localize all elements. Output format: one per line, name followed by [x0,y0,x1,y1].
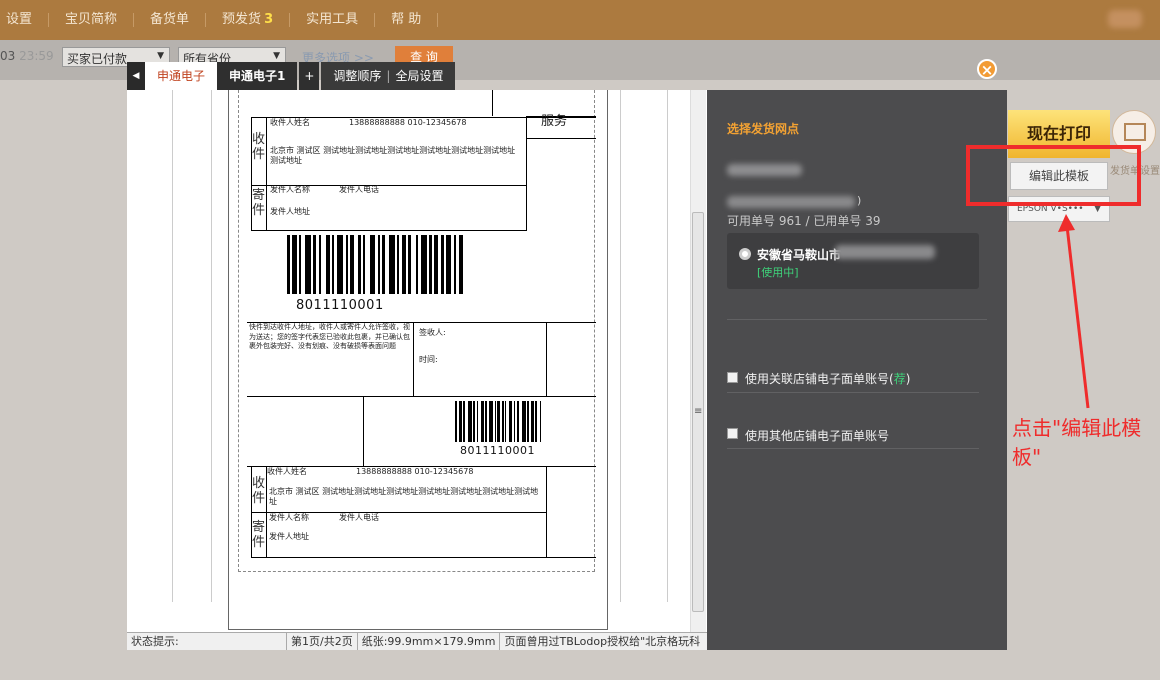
tab-actions: 调整顺序 | 全局设置 [321,62,456,90]
recipient-name-2: 收件人姓名 [267,467,307,476]
barcode-bar [541,401,543,442]
recipient-address: 北京市 测试区 测试地址测试地址测试地址测试地址测试地址测试地址测试地址 [270,146,516,165]
sender-vertical-label: 寄件 [252,188,266,218]
chevron-down-icon: ▼ [157,51,164,61]
date-filter[interactable]: 03 23:59 [0,49,54,63]
user-avatar-blurred [1108,10,1142,28]
sender-phone: 发件人电话 [339,185,379,194]
tab-shentong-electronic[interactable]: 申通电子 [145,62,218,90]
top-nav: 设置 宝贝简称 备货单 预发货 3 实用工具 帮 助 [0,0,1160,40]
sign-time-label: 时间: [419,355,438,364]
close-icon[interactable]: × [977,59,997,79]
branch-address-blurred [835,245,935,259]
reorder-link[interactable]: 调整顺序 [333,69,381,83]
linked-shop-label: 使用关联店铺电子面单账号 [745,372,890,386]
linked-shop-checkbox[interactable] [727,372,738,383]
scroll-grip-icon: ≡ [694,406,703,417]
nav-item-presell[interactable]: 预发货 3 [206,12,291,27]
status-bar: 状态提示: 第1页/共2页 纸张:99.9mm×179.9mm 页面曾用过TBL… [127,632,707,650]
sender-phone-2: 发件人电话 [339,513,379,522]
sender-name: 发件人名称 [270,185,310,194]
date-text: 03 [0,49,16,63]
branch-status: [使用中] [757,266,799,279]
select-branch-title: 选择发货网点 [727,122,800,136]
annotation-highlight-box [966,145,1141,206]
page-indicator: 第1页/共2页 [287,633,358,650]
license-info: 页面曾用过TBLodop授权给"北京格玩科 [504,635,701,648]
other-shop-option[interactable]: 使用其他店铺电子面单账号 [745,427,889,444]
preview-gutter-left [172,90,212,602]
tab-shentong-electronic-1[interactable]: 申通电子1 [217,62,298,90]
account-name-blurred [727,164,802,176]
nav-item-help[interactable]: 帮 助 [375,13,439,27]
sender-name-2: 发件人名称 [269,513,309,522]
nav-item-stock-list[interactable]: 备货单 [134,13,207,27]
recipient-address-2: 北京市 测试区 测试地址测试地址测试地址测试地址测试地址测试地址测试地址 [269,487,539,506]
divider [727,448,979,449]
barcode-bar [463,235,465,294]
branch-panel: 选择发货网点 ) 可用单号 961 / 已用单号 39 安徽省马鞍山市 [使用中… [707,90,1007,650]
status-select-value: 买家已付款 [67,52,128,66]
add-tab-button[interactable]: + [299,62,320,90]
sender-vertical-label-2: 寄件 [252,520,266,550]
status-hint: 状态提示: [127,633,287,650]
waybill-barcode [287,235,525,294]
recipient-phone-2: 13888888888 010-12345678 [356,467,474,476]
recipient-vertical-label: 收件 [252,132,266,162]
time-text: 23:59 [19,49,54,63]
global-settings-link[interactable]: 全局设置 [395,69,443,83]
recipient-phone: 13888888888 010-12345678 [349,118,467,127]
divider: | [386,69,391,83]
tab-scroll-left-icon[interactable]: ◀ [127,62,145,90]
account-detail-paren: ) [857,194,862,207]
nav-item-settings[interactable]: 设置 [0,13,50,27]
branch-address: 安徽省马鞍山市 [757,248,842,262]
signer-label: 签收人: [419,328,446,337]
account-detail-blurred [727,196,855,208]
branch-card[interactable]: 安徽省马鞍山市 [使用中] [727,233,979,289]
sender-address: 发件人地址 [270,207,310,216]
recommend-badge: 荐 [893,372,906,386]
nav-item-presell-label: 预发货 [222,12,262,27]
delivery-disclaimer: 快件到达收件人地址，收件人或寄件人允许签收，视为送达；您的签字代表您已验收此包裹… [249,323,410,350]
waybill-label: 服务 收件 寄件 收件人姓名 13888888888 010-12345678 … [238,90,596,572]
paper-size: 纸张:99.9mm×179.9mm [358,633,501,650]
presell-count-badge: 3 [264,12,274,27]
chevron-down-icon: ▼ [273,51,280,61]
recipient-name: 收件人姓名 [270,118,310,127]
recipient-vertical-label-2: 收件 [252,476,266,506]
template-tabs: ◀ 申通电子 申通电子1 + 调整顺序 | 全局设置 [127,62,456,90]
nav-item-item-shortname[interactable]: 宝贝简称 [49,13,135,27]
branch-radio[interactable] [739,248,751,260]
service-label: 服务 [541,114,568,129]
waybill-quota: 可用单号 961 / 已用单号 39 [727,214,881,228]
secondary-waybill-number: 8011110001 [460,444,535,457]
annotation-text: 点击"编辑此模板" [1012,416,1142,469]
divider [727,319,987,320]
waybill-number: 8011110001 [296,298,384,313]
nav-item-tools[interactable]: 实用工具 [290,13,376,27]
secondary-barcode [455,401,596,442]
divider [727,392,979,393]
linked-shop-option[interactable]: 使用关联店铺电子面单账号(荐) [745,370,910,387]
preview-gutter-right [620,90,668,602]
sender-address-2: 发件人地址 [269,532,309,541]
other-shop-checkbox[interactable] [727,428,738,439]
